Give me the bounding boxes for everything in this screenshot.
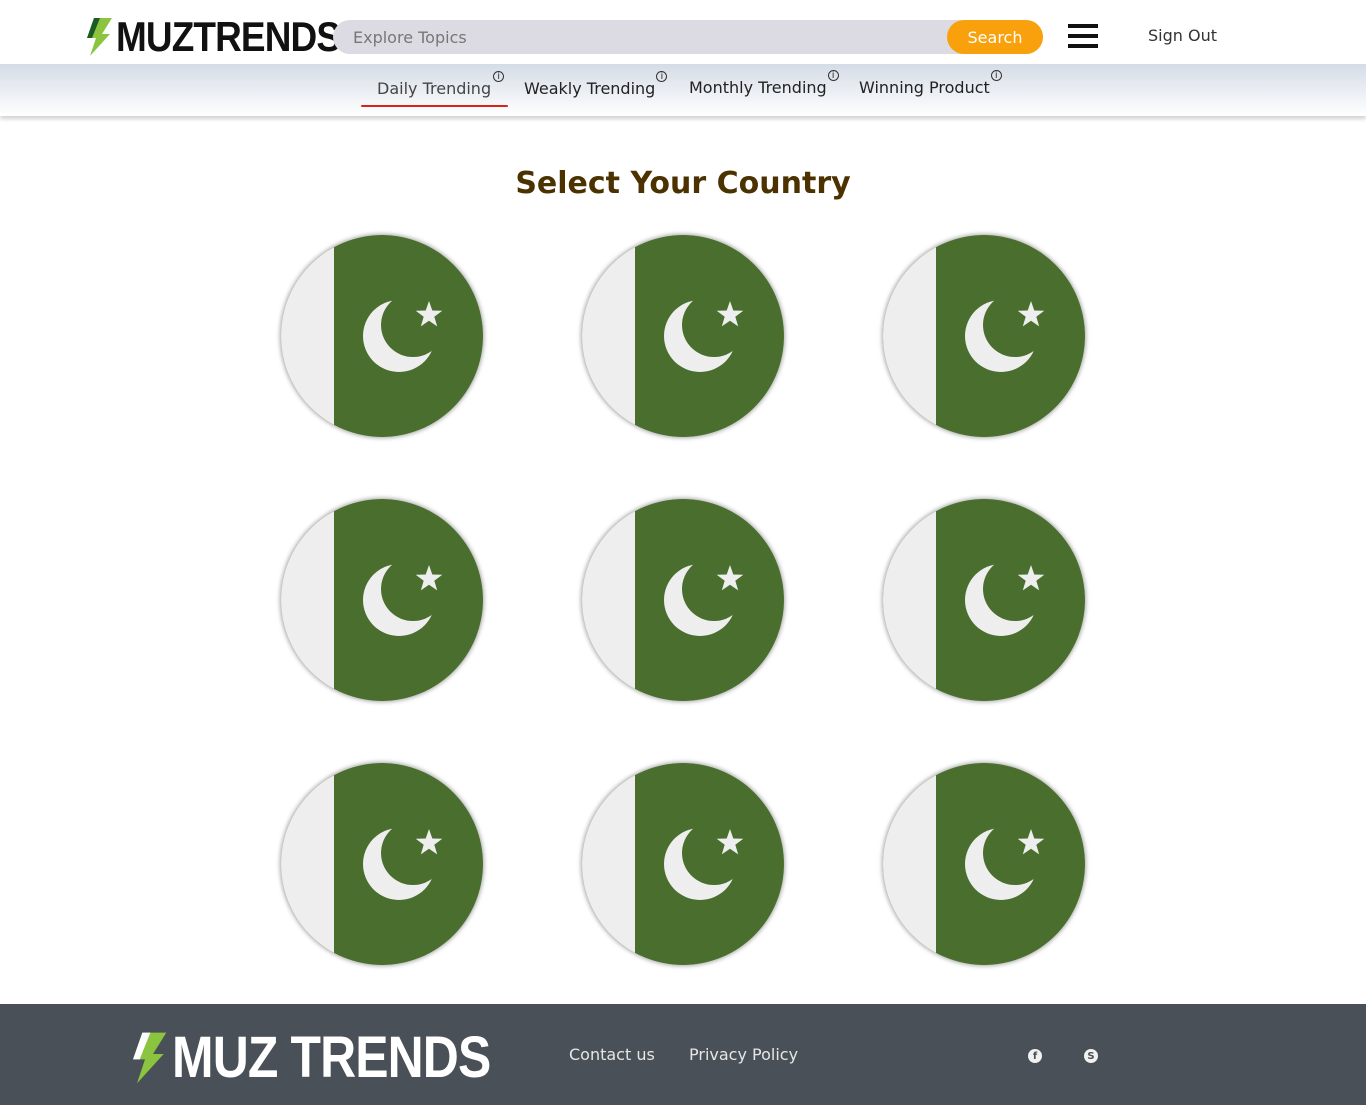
site-logo-text: MUZTRENDS xyxy=(116,13,341,60)
site-logo[interactable]: MUZTRENDS xyxy=(84,15,371,59)
pakistan-flag[interactable] xyxy=(883,499,1085,701)
tab-label: Daily Trending xyxy=(377,79,492,98)
pakistan-flag[interactable] xyxy=(281,235,483,437)
facebook-icon[interactable]: f xyxy=(1028,1049,1042,1063)
footer-logo[interactable]: MUZ TRENDS xyxy=(128,1025,542,1090)
privacy-policy-link[interactable]: Privacy Policy xyxy=(689,1045,798,1064)
footer-logo-text: MUZ TRENDS xyxy=(172,1025,491,1090)
tab-winning-product[interactable]: Winning Product i xyxy=(859,70,1002,97)
active-tab-indicator xyxy=(361,105,508,107)
sign-out-link[interactable]: Sign Out xyxy=(1148,26,1217,45)
pakistan-flag[interactable] xyxy=(582,235,784,437)
info-icon[interactable]: i xyxy=(827,70,839,81)
search-input[interactable] xyxy=(333,20,947,54)
search-bar: Search xyxy=(333,20,1043,54)
pakistan-flag[interactable] xyxy=(281,499,483,701)
pakistan-flag[interactable] xyxy=(883,235,1085,437)
top-header: MUZTRENDS Search Sign Out xyxy=(0,0,1366,64)
footer: MUZ TRENDS Contact us Privacy Policy f S xyxy=(0,1004,1366,1105)
pakistan-flag[interactable] xyxy=(582,763,784,965)
lightning-bolt-icon xyxy=(87,18,112,56)
tab-label: Monthly Trending xyxy=(689,78,827,97)
tab-weakly-trending[interactable]: Weakly Trending i xyxy=(524,71,668,98)
info-icon[interactable]: i xyxy=(656,71,668,82)
pakistan-flag[interactable] xyxy=(281,763,483,965)
tab-daily-trending[interactable]: Daily Trending i xyxy=(377,71,505,98)
pakistan-flag[interactable] xyxy=(883,763,1085,965)
tab-monthly-trending[interactable]: Monthly Trending i xyxy=(689,70,839,97)
contact-us-link[interactable]: Contact us xyxy=(569,1045,655,1064)
trending-tabs: Daily Trending i Weakly Trending i Month… xyxy=(0,64,1366,116)
info-icon[interactable]: i xyxy=(493,71,505,82)
page-title: Select Your Country xyxy=(515,166,851,201)
tab-label: Weakly Trending xyxy=(524,79,656,98)
search-button[interactable]: Search xyxy=(947,20,1043,54)
skype-icon[interactable]: S xyxy=(1084,1049,1098,1063)
lightning-bolt-icon xyxy=(133,1032,167,1084)
info-icon[interactable]: i xyxy=(990,70,1002,81)
tab-label: Winning Product xyxy=(859,78,990,97)
hamburger-menu-icon[interactable] xyxy=(1066,22,1100,52)
pakistan-flag[interactable] xyxy=(582,499,784,701)
